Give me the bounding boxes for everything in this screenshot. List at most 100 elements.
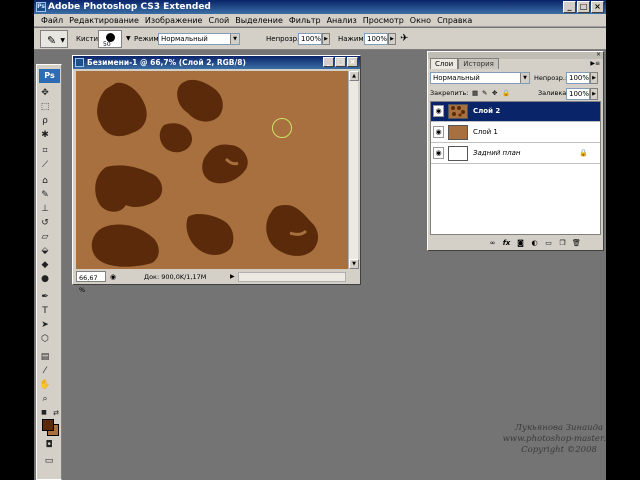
eyedropper-icon[interactable]: ⁄ [39,365,51,377]
brush-picker[interactable]: 50 [98,30,122,48]
horizontal-scrollbar[interactable] [238,272,346,282]
eye-icon[interactable]: ◉ [433,147,444,159]
status-menu-arrow-icon[interactable]: ▶ [230,271,235,283]
eraser-tool-icon[interactable]: ▱ [39,231,51,243]
layer-name: Слой 1 [473,128,498,136]
fill-slider-button[interactable]: ▶ [590,88,598,100]
opacity-slider-button[interactable]: ▶ [322,33,330,45]
fill-input[interactable]: 100% [566,88,590,100]
link-icon[interactable]: ∞ [488,237,497,249]
tool-preset-picker[interactable]: ✎ ▼ [40,30,68,48]
lock-pixels-icon[interactable]: ✎ [482,87,487,99]
panel-tabs: Слои История [430,58,499,69]
healing-brush-icon[interactable]: ⌂ [39,175,51,187]
menu-layer[interactable]: Слой [205,14,232,26]
default-colors-icon[interactable]: ■ [38,407,50,419]
brush-tool-icon[interactable]: ✎ [39,189,51,201]
quick-mask-icon[interactable]: ◘ [43,439,55,451]
dodge-tool-icon[interactable]: ● [39,273,51,285]
paint-bucket-icon[interactable]: ⬙ [39,245,51,257]
menu-help[interactable]: Справка [434,14,475,26]
crop-tool-icon[interactable]: ⌗ [39,145,51,157]
slice-tool-icon[interactable]: ⟋ [39,159,51,171]
lasso-tool-icon[interactable]: ρ [39,115,51,127]
swap-colors-icon[interactable]: ⇄ [50,407,62,419]
mode-label: Режим: [134,35,162,43]
minimize-button[interactable]: _ [563,1,576,13]
scroll-up-icon[interactable]: ▲ [349,71,359,81]
tab-layers[interactable]: Слои [430,58,459,69]
menu-select[interactable]: Выделение [232,14,286,26]
path-selection-icon[interactable]: ➤ [39,319,51,331]
menu-image[interactable]: Изображение [142,14,206,26]
flow-slider-button[interactable]: ▶ [388,33,396,45]
magic-wand-icon[interactable]: ✱ [39,129,51,141]
mask-icon[interactable]: ◙ [516,237,525,249]
layer-thumbnail [448,146,468,161]
lock-position-icon[interactable]: ✥ [492,87,497,99]
menu-edit[interactable]: Редактирование [66,14,142,26]
brush-picker-arrow-icon[interactable]: ▼ [126,28,131,50]
menu-file[interactable]: Файл [38,14,66,26]
menu-filter[interactable]: Фильтр [286,14,324,26]
fill-label: Заливка: [538,89,569,97]
vertical-scrollbar[interactable]: ▲ ▼ [348,71,359,269]
lock-transparency-icon[interactable]: ▦ [472,87,478,99]
doc-close-button[interactable]: × [347,57,358,67]
canvas[interactable] [76,71,348,269]
doc-maximize-button[interactable]: □ [335,57,346,67]
blur-tool-icon[interactable]: ◆ [39,259,51,271]
hand-tool-icon[interactable]: ✋ [39,379,51,391]
layer-row[interactable]: ◉ Задний план 🔒 [431,144,600,164]
tab-history[interactable]: История [458,58,499,69]
layer-row[interactable]: ◉ Слой 1 [431,123,600,143]
layer-row[interactable]: ◉ Слой 2 [431,102,600,122]
clone-stamp-icon[interactable]: ⊥ [39,203,51,215]
menu-window[interactable]: Окно [407,14,434,26]
airbrush-icon[interactable]: ✈ [400,28,408,50]
mode-select[interactable]: Нормальный ▼ [158,33,240,45]
blend-mode-select[interactable]: Нормальный ▼ [430,72,530,84]
move-tool-icon[interactable]: ✥ [39,87,51,99]
history-brush-icon[interactable]: ↺ [39,217,51,229]
adjustment-icon[interactable]: ◐ [530,237,539,249]
scroll-down-icon[interactable]: ▼ [349,259,359,269]
eye-icon[interactable]: ◉ [433,105,444,117]
menu-view[interactable]: Просмотр [360,14,407,26]
foreground-color-swatch[interactable] [42,419,54,431]
pen-tool-icon[interactable]: ✒ [39,291,51,303]
zoom-tool-icon[interactable]: ⌕ [39,393,51,405]
layer-opacity-slider-button[interactable]: ▶ [590,72,598,84]
panel-menu-icon[interactable]: ▶≡ [590,60,600,67]
photoshop-app: Ps Adobe Photoshop CS3 Extended _ □ × Фа… [34,0,606,480]
marquee-tool-icon[interactable]: ⬚ [39,101,51,113]
lock-icon: 🔒 [579,149,588,157]
opacity-input[interactable]: 100% [298,33,322,45]
shape-tool-icon[interactable]: ⬡ [39,333,51,345]
eye-icon[interactable]: ◉ [433,126,444,138]
menu-analysis[interactable]: Анализ [324,14,360,26]
panel-close-icon[interactable]: × [596,51,601,58]
type-tool-icon[interactable]: T [39,305,51,317]
maximize-button[interactable]: □ [577,1,590,13]
zoom-field[interactable]: 66,67 % [76,271,106,294]
lock-all-icon[interactable]: 🔒 [502,87,510,99]
layer-opacity-input[interactable]: 100% [566,72,590,84]
blend-row: Нормальный ▼ Непрозр.: 100% ▶ [430,71,601,85]
fx-icon[interactable]: fx [502,237,511,249]
menu-bar: Файл Редактирование Изображение Слой Выд… [34,14,606,27]
notes-tool-icon[interactable]: ▤ [39,351,51,363]
folder-icon[interactable]: ▭ [544,237,553,249]
new-layer-icon[interactable]: ❐ [558,237,567,249]
screen-mode-icon[interactable]: ▭ [43,455,55,467]
close-button[interactable]: × [591,1,604,13]
canvas-area[interactable] [76,71,348,269]
flow-input[interactable]: 100% [364,33,388,45]
trash-icon[interactable]: 🗑 [572,237,581,249]
document-title: Безимени-1 @ 66,7% (Слой 2, RGB/8) [87,58,246,67]
layer-thumbnail [448,125,468,140]
document-title-bar: Безимени-1 @ 66,7% (Слой 2, RGB/8) _ □ × [73,56,360,69]
lock-row: Закрепить: ▦ ✎ ✥ 🔒 Заливка: 100% ▶ [430,87,601,101]
status-info-icon[interactable]: ◉ [110,271,116,283]
doc-minimize-button[interactable]: _ [323,57,334,67]
